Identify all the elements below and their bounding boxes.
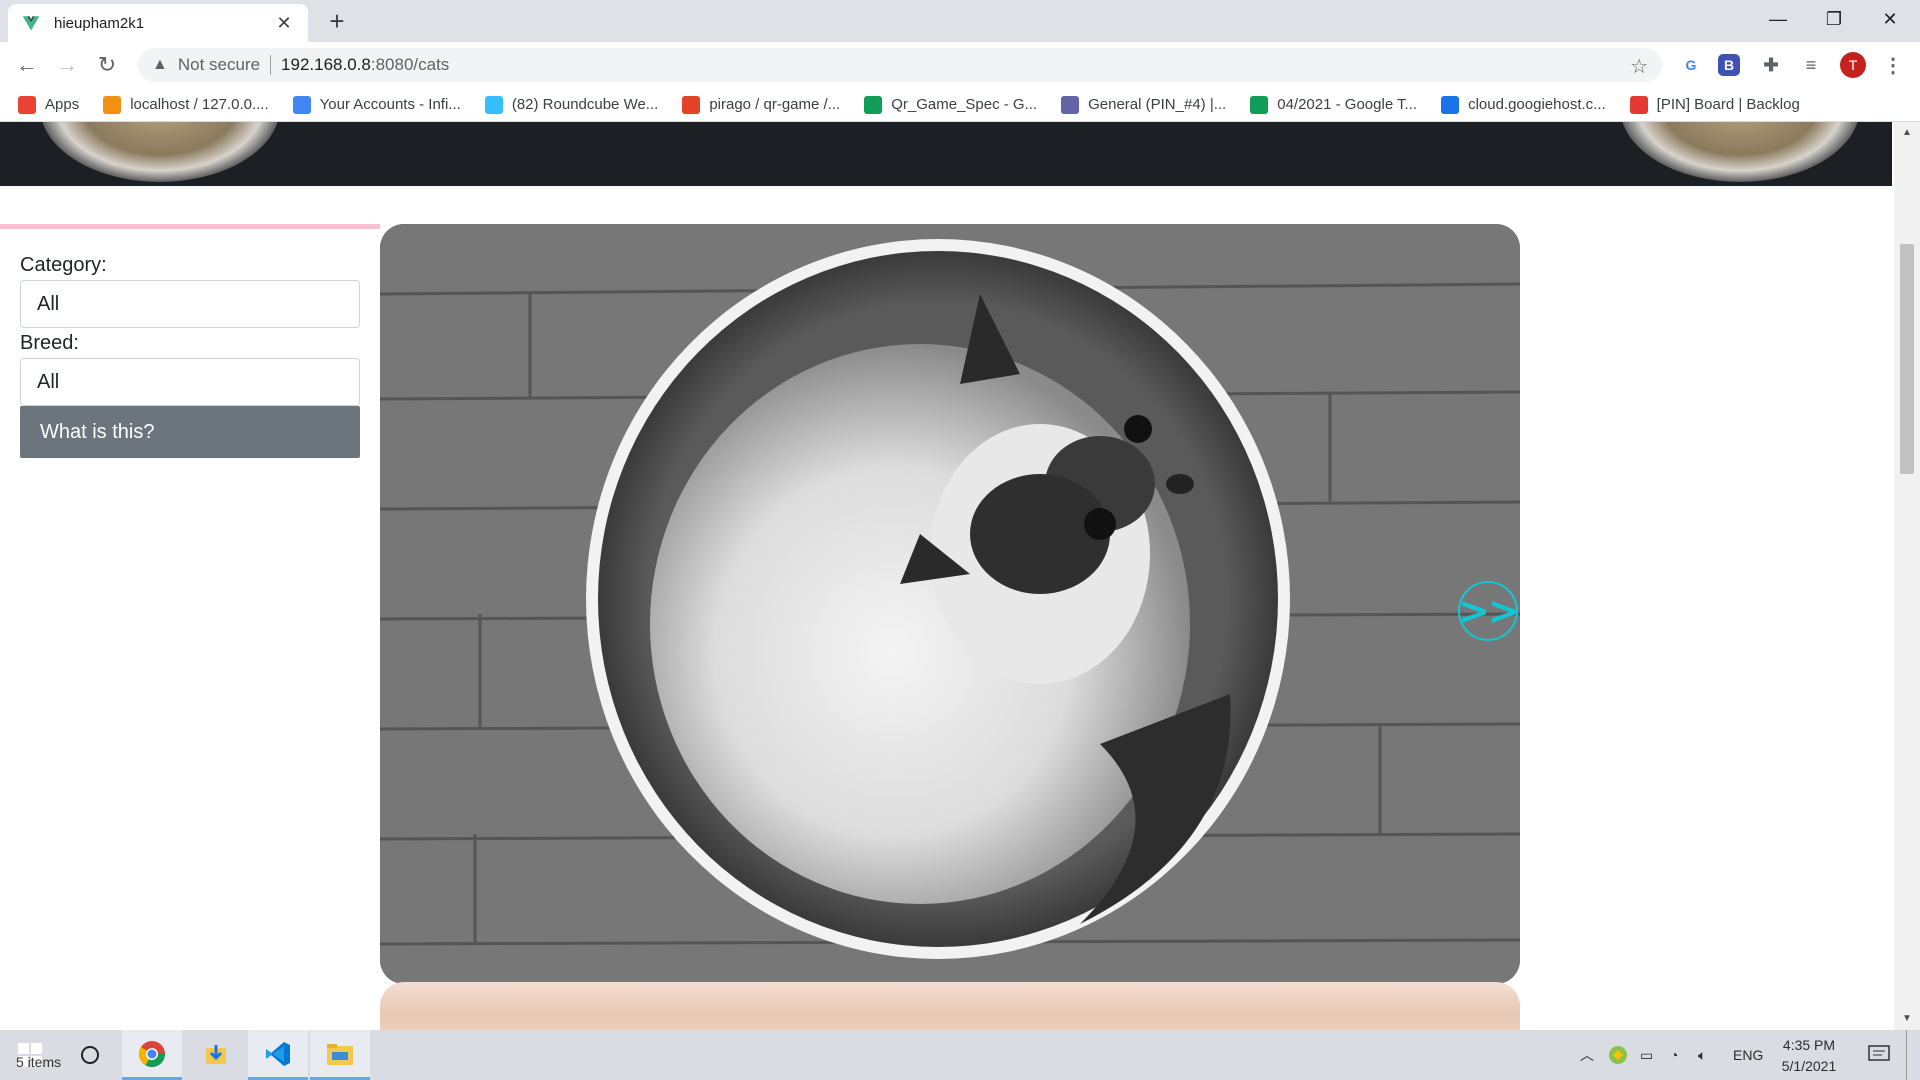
bookmark-item[interactable]: (82) Roundcube We... [484,95,659,114]
forward-arrow-icon[interactable]: → [52,50,82,80]
security-status[interactable]: Not secure [178,55,260,75]
page-viewport: Category: All Breed: All What is this? >… [0,122,1894,1030]
apps-grid-icon [18,95,36,114]
bookmark-item[interactable]: [PIN] Board | Backlog [1629,95,1800,114]
infinity-icon [292,95,311,114]
category-label: Category: [20,254,107,276]
page-scrollbar[interactable]: ▲ ▼ [1894,122,1920,1030]
reload-icon[interactable]: ↻ [92,50,122,80]
wifi-icon[interactable]: ◔ [1670,1030,1678,1080]
profile-avatar[interactable]: T [1840,52,1866,78]
downloads-folder-icon[interactable] [186,1030,246,1080]
cortana-search-icon[interactable] [60,1030,120,1080]
items-count: 5 items [16,1054,62,1070]
bookmark-item[interactable]: Your Accounts - Infi... [292,95,461,114]
bookmark-item[interactable]: localhost / 127.0.0.... [103,95,269,114]
header-banner-image [0,122,1892,186]
bookmark-label: Your Accounts - Infi... [319,96,461,113]
warning-icon: ▲ [152,56,168,73]
teams-icon [1061,95,1080,114]
googiehost-icon [1441,95,1460,114]
next-cat-photo-preview[interactable] [380,982,1520,1030]
tab-title: hieupham2k1 [54,14,145,32]
bookmark-label: [PIN] Board | Backlog [1656,96,1800,113]
scroll-down-icon[interactable]: ▼ [1894,1010,1920,1028]
bookmark-label: localhost / 127.0.0.... [130,96,269,113]
action-center-icon[interactable] [1868,1030,1890,1080]
scroll-thumb[interactable] [1900,244,1914,474]
bookmark-item[interactable]: pirago / qr-game /... [682,95,841,114]
clock-time: 4:35 PM [1782,1037,1836,1053]
back-arrow-icon[interactable]: ← [12,50,42,80]
google-sheets-icon [864,95,883,114]
bookmark-item[interactable]: cloud.googiehost.c... [1441,95,1606,114]
volume-icon[interactable]: 🔈︎ [1698,1030,1706,1080]
next-button[interactable]: >> [1458,581,1520,641]
translate-extension-icon[interactable]: G [1678,52,1704,78]
address-bar[interactable]: ▲ Not secure 192.168.0.8:8080/cats ☆ [138,48,1662,82]
new-tab-button[interactable]: + [322,6,352,36]
banner-bowl-right [1620,122,1860,182]
bookmark-label: cloud.googiehost.c... [1468,96,1606,113]
browser-tab[interactable]: hieupham2k1 ✕ [8,4,308,42]
bookmark-star-icon[interactable]: ☆ [1630,54,1648,79]
tray-app-icon[interactable] [1608,1030,1628,1080]
vscode-taskbar-icon[interactable] [248,1030,308,1080]
bookmark-label: pirago / qr-game /... [709,96,841,113]
bookmark-item[interactable]: Qr_Game_Spec - G... [864,95,1038,114]
bookmark-item[interactable]: Apps [18,95,80,114]
b-extension-icon[interactable]: B [1718,54,1740,76]
roundcube-icon [484,95,503,114]
backlog-icon [1629,95,1648,114]
bookmark-label: Qr_Game_Spec - G... [891,96,1038,113]
chrome-taskbar-icon[interactable] [122,1030,182,1080]
vue-logo-icon [22,16,40,31]
phpmyadmin-icon [103,95,122,114]
cat-photo[interactable] [380,224,1520,984]
clock-date: 5/1/2021 [1781,1058,1837,1074]
bookmark-label: (82) Roundcube We... [511,96,659,113]
system-clock[interactable]: 4:35 PM 5/1/2021 [1774,1035,1844,1077]
windows-taskbar: 5 items ︿ ▭ ◔ 🔈︎ ENG 4:35 PM 5/1/2021 [0,1030,1920,1080]
bookmark-label: Apps [45,96,80,113]
show-hidden-icons[interactable]: ︿ [1580,1030,1594,1080]
category-select[interactable]: All [20,280,360,328]
cat-in-bowl-image [380,224,1520,984]
divider [270,55,272,75]
window-close-icon[interactable]: ✕ [1862,0,1918,38]
what-is-this-button[interactable]: What is this? [20,406,360,458]
banner-bowl-left [40,122,280,182]
gitlab-icon [682,95,701,114]
bookmark-label: General (PIN_#4) |... [1088,96,1227,113]
url-text[interactable]: 192.168.0.8:8080/cats [281,55,449,75]
scroll-up-icon[interactable]: ▲ [1894,124,1920,142]
bookmark-item[interactable]: 04/2021 - Google T... [1250,95,1418,114]
language-indicator[interactable]: ENG [1733,1030,1763,1080]
google-sheets-icon [1250,95,1269,114]
tab-close-icon[interactable]: ✕ [274,13,294,34]
bookmarks-bar: Apps localhost / 127.0.0.... Your Accounts… [0,88,1920,122]
accent-divider [0,224,380,229]
breed-select[interactable]: All [20,358,360,406]
chrome-menu-icon[interactable]: ⋮ [1880,52,1906,78]
browser-toolbar: ← → ↻ ▲ Not secure 192.168.0.8:8080/cats… [0,42,1920,88]
file-explorer-icon[interactable] [310,1030,370,1080]
browser-tab-strip: hieupham2k1 ✕ + ― ❐ ✕ [0,0,1920,42]
breed-label: Breed: [20,332,79,354]
show-desktop-button[interactable] [1906,1030,1920,1080]
battery-icon[interactable]: ▭ [1640,1030,1653,1080]
extensions-puzzle-icon[interactable]: ✚ [1758,52,1784,78]
minimize-icon[interactable]: ― [1750,0,1806,38]
restore-icon[interactable]: ❐ [1806,0,1862,38]
media-queue-icon[interactable]: ≡ [1798,52,1824,78]
bookmark-label: 04/2021 - Google T... [1277,96,1418,113]
bookmark-item[interactable]: General (PIN_#4) |... [1061,95,1227,114]
